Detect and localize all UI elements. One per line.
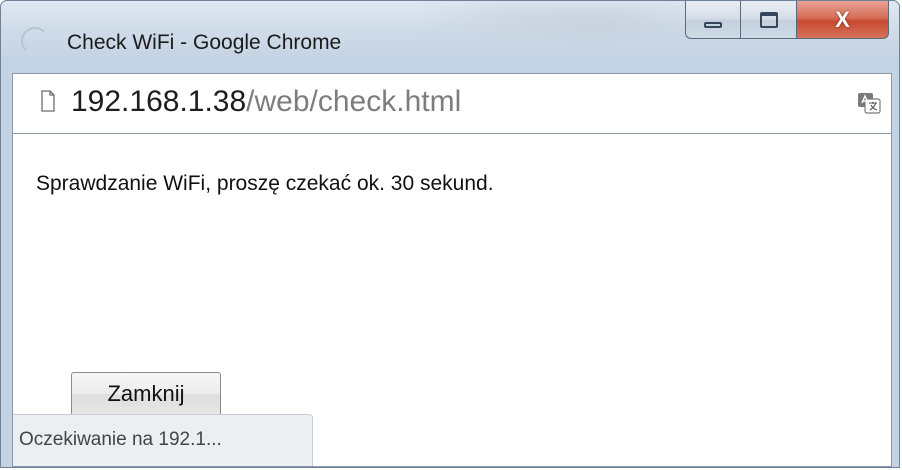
translate-icon[interactable]	[857, 92, 881, 114]
window-controls: X	[685, 1, 889, 41]
status-bubble: Oczekiwanie na 192.1...	[13, 414, 313, 466]
window-title: Check WiFi - Google Chrome	[67, 31, 342, 54]
close-icon: X	[835, 6, 850, 32]
minimize-button[interactable]	[685, 1, 741, 39]
zamknij-button[interactable]: Zamknij	[71, 372, 221, 416]
maximize-button[interactable]	[741, 1, 797, 39]
minimize-icon	[704, 21, 722, 28]
title-bar-background-blur	[421, 5, 721, 39]
url-text[interactable]: 192.168.1.38/web/check.html	[71, 85, 461, 119]
document-icon	[41, 90, 55, 112]
maximize-icon	[759, 11, 778, 28]
chrome-loading-icon	[21, 27, 49, 55]
status-text: Oczekiwanie na 192.1...	[19, 429, 222, 450]
title-bar[interactable]: Check WiFi - Google Chrome X	[1, 1, 899, 67]
address-bar[interactable]: 192.168.1.38/web/check.html	[12, 73, 892, 133]
url-host: 192.168.1.38	[71, 85, 247, 118]
page-content: Sprawdzanie WiFi, proszę czekać ok. 30 s…	[12, 133, 892, 467]
url-path: /web/check.html	[246, 85, 462, 118]
close-window-button[interactable]: X	[797, 1, 889, 39]
browser-window: Check WiFi - Google Chrome X 192.168.1.3…	[0, 0, 900, 468]
wifi-check-message: Sprawdzanie WiFi, proszę czekać ok. 30 s…	[36, 172, 494, 195]
